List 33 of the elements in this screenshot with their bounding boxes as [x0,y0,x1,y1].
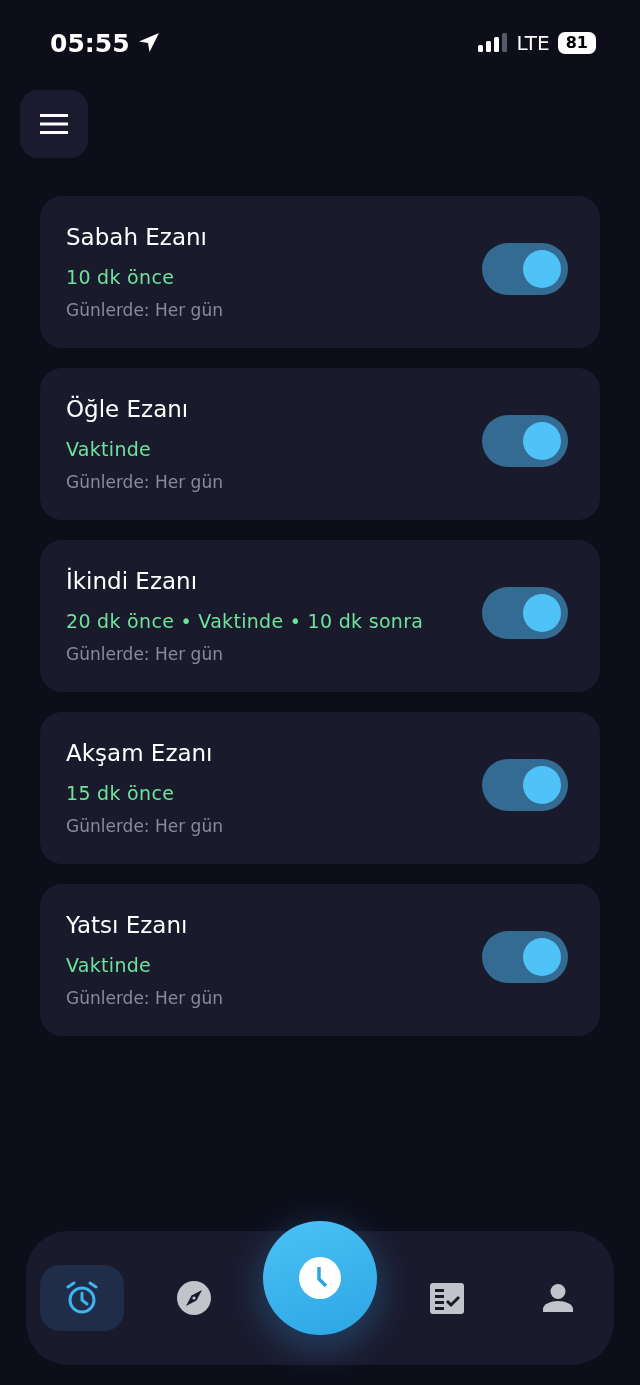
alarm-clock-icon [65,1281,99,1315]
toggle-switch[interactable] [482,415,568,467]
alarm-days: Günlerde: Her gün [66,986,482,1010]
person-icon [543,1284,573,1312]
location-arrow-icon [137,32,160,54]
alarm-days: Günlerde: Her gün [66,642,482,666]
menu-icon [40,114,68,134]
nav-tab[interactable] [40,1265,124,1331]
alarm-days: Günlerde: Her gün [66,470,482,494]
alarm-timing: 10 dk önce [66,265,176,290]
toggle-switch[interactable] [482,587,568,639]
signal-icon [478,33,509,53]
clock-time: 05:55 [50,28,130,58]
alarm-timing: 20 dk önce • Vaktinde • 10 dk sonra [66,609,425,634]
alarm-timing: Vaktinde [66,953,153,978]
clock-icon [299,1257,341,1299]
alarm-title: Yatsı Ezanı [66,911,189,940]
alarm-days: Günlerde: Her gün [66,298,482,322]
toggle-switch[interactable] [482,759,568,811]
alarm-title: İkindi Ezanı [66,566,199,596]
compass-icon [176,1281,211,1315]
alarm-title: Sabah Ezanı [66,223,208,252]
battery-indicator: 81 [557,32,596,54]
alarm-title: Akşam Ezanı [66,739,214,768]
alarm-title: Öğle Ezanı [66,394,190,424]
network-label: LTE [516,31,550,55]
toggle-switch[interactable] [482,243,568,295]
checklist-icon [429,1282,464,1314]
alarm-timing: Vaktinde [66,437,153,462]
alarm-timing: 15 dk önce [66,781,176,806]
alarm-days: Günlerde: Her gün [66,814,482,838]
menu-button[interactable] [20,90,88,158]
toggle-switch[interactable] [482,931,568,983]
